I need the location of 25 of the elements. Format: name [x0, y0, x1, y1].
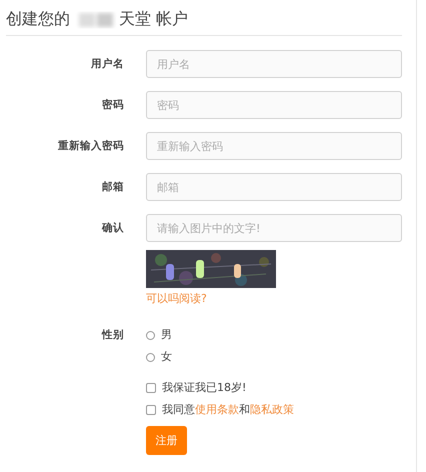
radio-button[interactable] [146, 352, 155, 362]
help-link[interactable]: 可以吗阅读? [146, 291, 207, 306]
terms-link[interactable]: 使用条款 [195, 403, 239, 416]
checkbox[interactable] [146, 405, 156, 415]
input-field[interactable]: 邮箱 [146, 173, 402, 201]
field-label: 确认 [102, 221, 124, 235]
agreement-text: 我保证我已18岁! [162, 381, 246, 395]
page-title: 天堂 帐户 [119, 9, 188, 30]
option-label: 女 [161, 350, 172, 364]
input-field[interactable]: 用户名 [146, 50, 402, 78]
field-label: 性别 [102, 328, 124, 343]
input-field[interactable]: 密码 [146, 91, 402, 119]
checkbox[interactable] [146, 383, 156, 393]
register-button[interactable]: 注册 [146, 426, 187, 455]
input-field[interactable]: 请输入图片中的文字! [146, 214, 402, 242]
radio-button[interactable] [146, 330, 155, 340]
field-label: 用户名 [91, 57, 124, 71]
option-label: 男 [161, 328, 172, 342]
field-label: 重新输入密码 [58, 139, 124, 153]
agreement-text: 我同意使用条款和隐私政策 [162, 403, 294, 417]
input-field[interactable]: 重新输入密码 [146, 132, 402, 160]
terms-link[interactable]: 隐私政策 [250, 403, 294, 416]
field-label: 密码 [102, 98, 124, 112]
page-title: 创建您的 [6, 9, 70, 30]
field-label: 邮箱 [102, 180, 124, 194]
